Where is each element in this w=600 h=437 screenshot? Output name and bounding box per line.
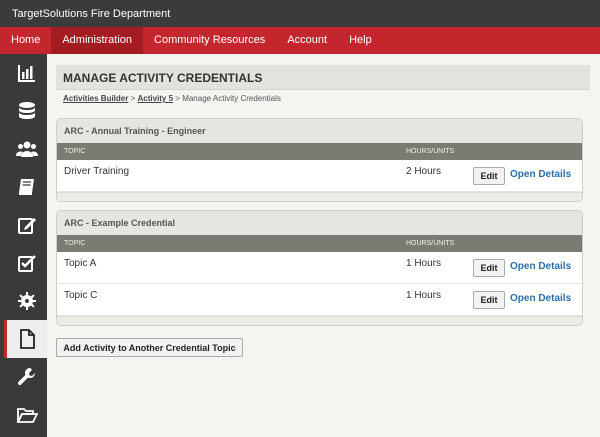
panel-footer [57,316,582,325]
nav-help[interactable]: Help [338,27,383,54]
topic-name: Topic A [64,258,97,269]
breadcrumb-activity[interactable]: Activity 5 [137,94,173,103]
table-row: Driver Training 2 Hours Edit Open Detail… [57,160,582,192]
topic-hours: 1 Hours [406,258,442,269]
main-nav: Home Administration Community Resources … [0,27,600,54]
topic-hours: 1 Hours [406,290,442,301]
edit-button[interactable]: Edit [473,259,505,277]
checkbox-icon [18,255,36,272]
nav-administration[interactable]: Administration [51,27,144,54]
column-header-topic: TOPIC [64,240,86,247]
column-header-hours: HOURS/UNITS [406,148,455,155]
topic-hours: 2 Hours [406,166,442,177]
sidebar-item-users[interactable] [7,130,47,168]
credential-panel: ARC - Example Credential TOPIC HOURS/UNI… [56,210,583,326]
edit-button[interactable]: Edit [473,167,505,185]
sidebar-item-files[interactable] [7,396,47,434]
nav-community-resources[interactable]: Community Resources [143,27,276,54]
sidebar [0,54,47,437]
panel-footer [57,192,582,201]
sidebar-item-library[interactable] [7,168,47,206]
column-header-topic: TOPIC [64,148,86,155]
nav-account[interactable]: Account [276,27,338,54]
folder-open-icon [16,408,38,423]
sidebar-item-edit[interactable] [7,206,47,244]
open-details-link[interactable]: Open Details [510,169,571,180]
sidebar-item-documents[interactable] [4,320,47,358]
topic-name: Driver Training [64,166,130,177]
sidebar-item-tasks[interactable] [7,244,47,282]
sidebar-item-tools[interactable] [7,358,47,396]
nav-home[interactable]: Home [0,27,51,54]
book-icon [19,179,34,195]
add-activity-to-credential-button[interactable]: Add Activity to Another Credential Topic [56,338,243,357]
open-details-link[interactable]: Open Details [510,293,571,304]
table-header: TOPIC HOURS/UNITS [57,235,582,252]
database-icon [19,102,35,119]
topic-name: Topic C [64,290,98,301]
main-content: MANAGE ACTIVITY CREDENTIALS Activities B… [47,54,600,437]
app-title: TargetSolutions Fire Department [12,8,171,20]
breadcrumb-activities-builder[interactable]: Activities Builder [63,94,128,103]
bar-chart-icon [18,65,35,82]
wrench-icon [17,367,36,386]
edit-icon [18,218,36,234]
credential-panel: ARC - Annual Training - Engineer TOPIC H… [56,118,583,202]
users-icon [16,141,38,157]
sidebar-item-database[interactable] [7,92,47,130]
sidebar-item-settings[interactable] [7,282,47,320]
gear-icon [18,292,36,310]
open-details-link[interactable]: Open Details [510,261,571,272]
table-header: TOPIC HOURS/UNITS [57,143,582,160]
table-row: Topic C 1 Hours Edit Open Details [57,284,582,316]
credential-title: ARC - Example Credential [57,211,582,235]
credential-title: ARC - Annual Training - Engineer [57,119,582,143]
edit-button[interactable]: Edit [473,291,505,309]
breadcrumb: Activities Builder > Activity 5 > Manage… [63,94,281,103]
breadcrumb-separator: > [173,94,183,103]
breadcrumb-current: Manage Activity Credentials [182,94,281,103]
document-icon [20,329,35,349]
page-title: MANAGE ACTIVITY CREDENTIALS [56,65,590,90]
table-row: Topic A 1 Hours Edit Open Details [57,252,582,284]
app-title-bar: TargetSolutions Fire Department [0,0,600,27]
column-header-hours: HOURS/UNITS [406,240,455,247]
sidebar-item-reports[interactable] [7,54,47,92]
